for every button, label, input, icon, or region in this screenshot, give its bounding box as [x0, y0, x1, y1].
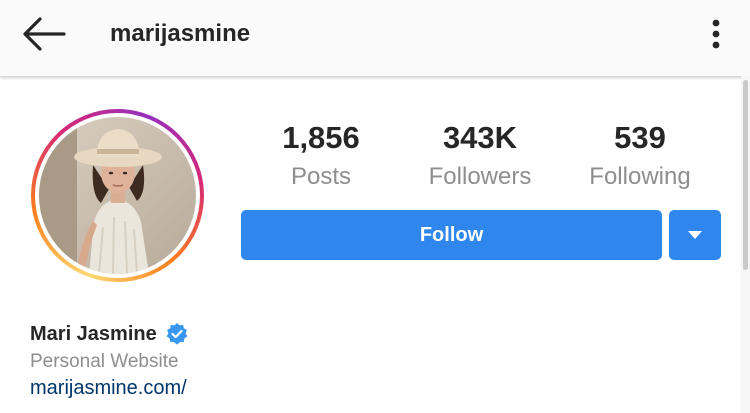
following-label: Following	[589, 163, 691, 190]
avatar-photo	[39, 117, 196, 274]
avatar[interactable]	[39, 117, 196, 274]
top-app-bar: marijasmine	[0, 0, 750, 77]
posts-stat[interactable]: 1,856 Posts	[246, 118, 396, 194]
scrollbar-thumb[interactable]	[743, 80, 748, 270]
website-link[interactable]: marijasmine.com/	[30, 377, 187, 400]
following-count: 539	[614, 120, 666, 155]
following-stat[interactable]: 539 Following	[565, 118, 715, 194]
verified-badge-icon	[166, 323, 188, 345]
suggested-accounts-dropdown-button[interactable]	[669, 210, 721, 260]
avatar-frame	[35, 113, 200, 278]
posts-count: 1,856	[282, 120, 360, 155]
profile-name-row: Mari Jasmine	[30, 320, 189, 348]
display-name: Mari Jasmine	[30, 322, 157, 345]
profile-category: Personal Website	[30, 351, 179, 372]
followers-label: Followers	[428, 163, 532, 190]
followers-count: 343K	[442, 120, 518, 155]
follow-button[interactable]: Follow	[241, 210, 662, 260]
arrow-left-icon	[23, 17, 66, 51]
story-ring[interactable]	[31, 109, 204, 282]
profile-username-title: marijasmine	[110, 20, 251, 47]
scrollbar[interactable]	[741, 76, 750, 413]
followers-stat[interactable]: 343K Followers	[405, 118, 555, 194]
more-options-button[interactable]	[704, 14, 728, 54]
back-button[interactable]	[20, 14, 68, 54]
posts-label: Posts	[290, 163, 352, 190]
caret-down-icon	[688, 231, 702, 239]
vertical-dots-icon	[712, 19, 720, 49]
